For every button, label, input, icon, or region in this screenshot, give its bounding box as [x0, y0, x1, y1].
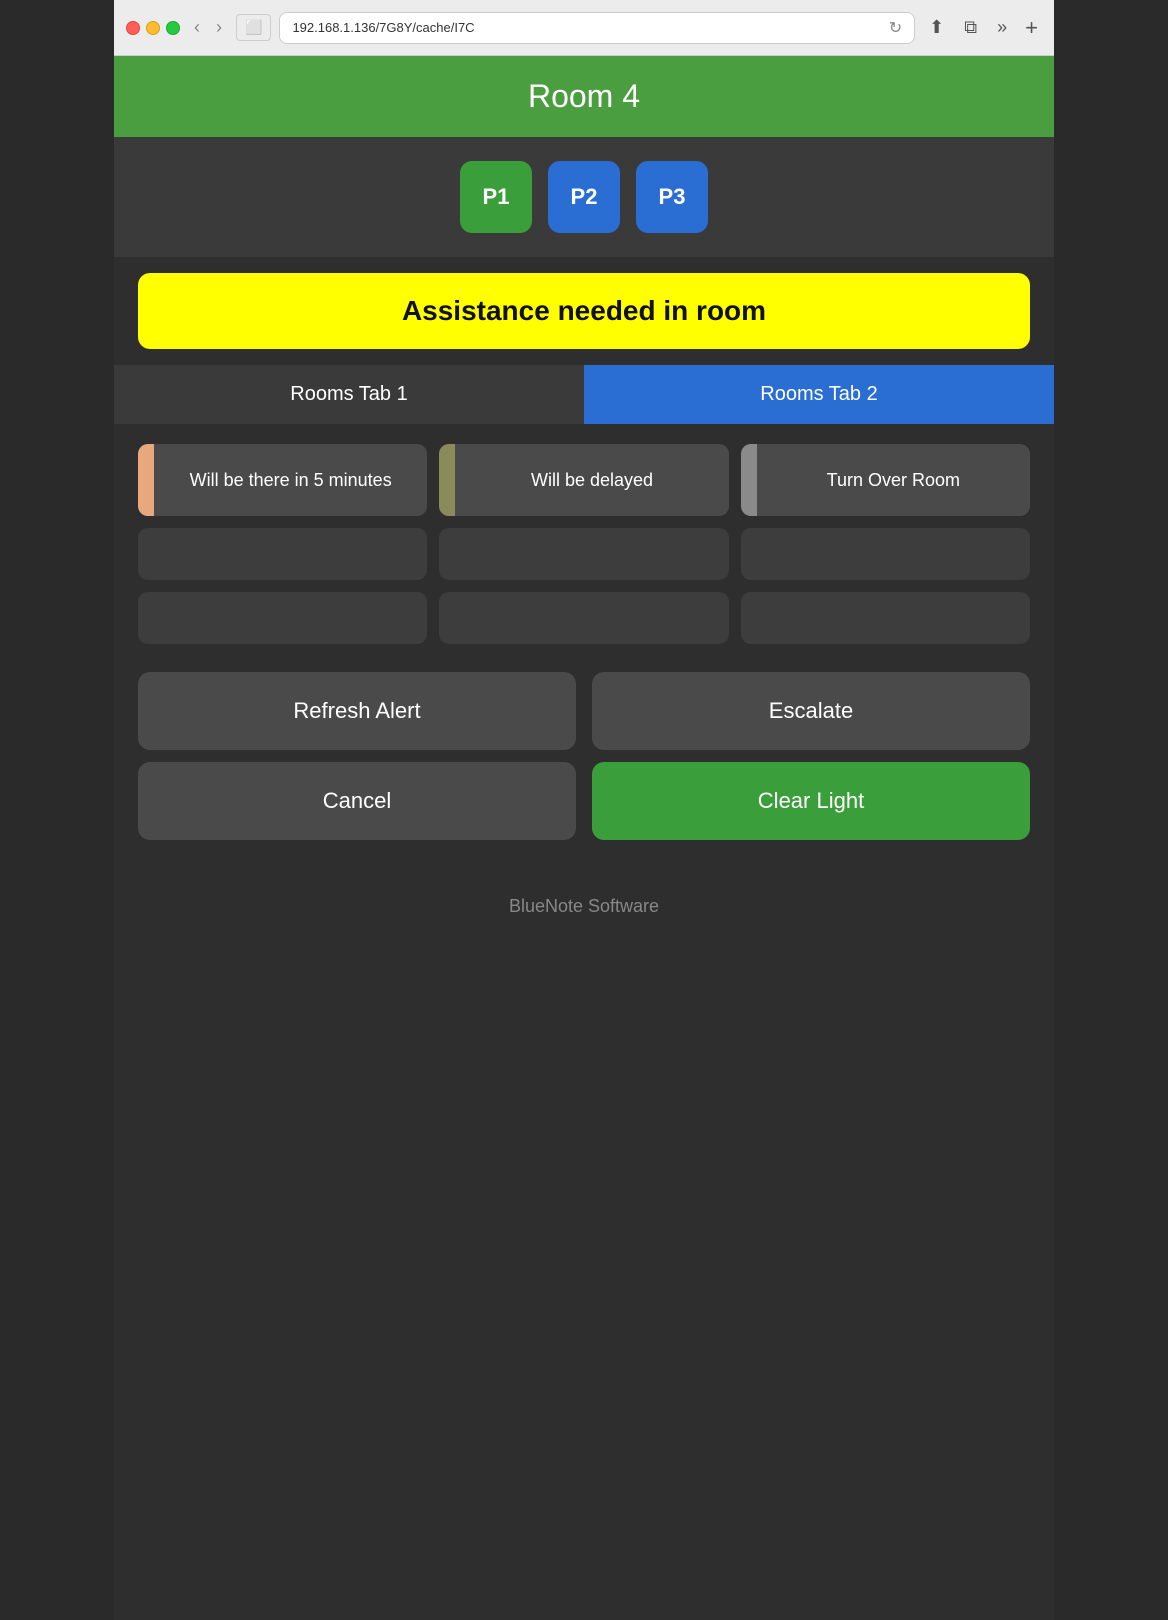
response-button-empty-4: [138, 528, 427, 580]
response-btn-label-1: Will be there in 5 minutes: [154, 444, 427, 516]
action-row-1: Refresh Alert Escalate: [138, 672, 1030, 750]
response-button-empty-8: [439, 592, 728, 644]
response-button-turn-over[interactable]: Turn Over Room: [741, 444, 1030, 516]
tab-rooms-2[interactable]: Rooms Tab 2: [584, 365, 1054, 424]
room-header: Room 4: [114, 56, 1054, 137]
response-button-will-be-delayed[interactable]: Will be delayed: [439, 444, 728, 516]
room-title: Room 4: [136, 78, 1032, 115]
nav-buttons: ‹ ›: [188, 15, 228, 40]
back-button[interactable]: ‹: [188, 15, 206, 40]
address-bar[interactable]: 192.168.1.136/7G8Y/cache/I7C ↻: [279, 12, 915, 44]
escalate-button[interactable]: Escalate: [592, 672, 1030, 750]
tab-rooms-1[interactable]: Rooms Tab 1: [114, 365, 584, 424]
response-button-empty-5: [439, 528, 728, 580]
accent-bar-gray: [741, 444, 757, 516]
response-button-will-be-there[interactable]: Will be there in 5 minutes: [138, 444, 427, 516]
more-button[interactable]: »: [991, 15, 1013, 40]
accent-bar-olive: [439, 444, 455, 516]
forward-button[interactable]: ›: [210, 15, 228, 40]
app-container: Room 4 P1 P2 P3 Assistance needed in roo…: [114, 56, 1054, 1620]
response-grid: Will be there in 5 minutes Will be delay…: [114, 424, 1054, 664]
alert-banner: Assistance needed in room: [138, 273, 1030, 349]
action-row-2: Cancel Clear Light: [138, 762, 1030, 840]
refresh-alert-button[interactable]: Refresh Alert: [138, 672, 576, 750]
footer: BlueNote Software: [114, 864, 1054, 949]
accent-bar-orange: [138, 444, 154, 516]
tabs-container: Rooms Tab 1 Rooms Tab 2: [114, 365, 1054, 424]
maximize-button[interactable]: [166, 21, 180, 35]
address-text: 192.168.1.136/7G8Y/cache/I7C: [292, 20, 474, 35]
clear-light-button[interactable]: Clear Light: [592, 762, 1030, 840]
tab-overview-button[interactable]: ⧉: [958, 15, 983, 40]
close-button[interactable]: [126, 21, 140, 35]
sidebar-toggle-button[interactable]: ⬜: [236, 14, 271, 41]
minimize-button[interactable]: [146, 21, 160, 35]
patient-button-p2[interactable]: P2: [548, 161, 620, 233]
patient-button-p3[interactable]: P3: [636, 161, 708, 233]
patient-section: P1 P2 P3: [114, 137, 1054, 257]
patient-button-p1[interactable]: P1: [460, 161, 532, 233]
browser-chrome: ‹ › ⬜ 192.168.1.136/7G8Y/cache/I7C ↻ ⬆ ⧉…: [114, 0, 1054, 56]
new-tab-button[interactable]: +: [1021, 13, 1042, 43]
footer-text: BlueNote Software: [509, 896, 659, 916]
cancel-button[interactable]: Cancel: [138, 762, 576, 840]
reload-button[interactable]: ↻: [889, 18, 902, 38]
alert-text: Assistance needed in room: [402, 295, 766, 326]
response-btn-label-3: Turn Over Room: [757, 444, 1030, 516]
response-button-empty-9: [741, 592, 1030, 644]
action-section: Refresh Alert Escalate Cancel Clear Ligh…: [114, 664, 1054, 848]
share-button[interactable]: ⬆: [923, 15, 950, 40]
traffic-lights: [126, 21, 180, 35]
response-button-empty-7: [138, 592, 427, 644]
response-button-empty-6: [741, 528, 1030, 580]
response-btn-label-2: Will be delayed: [455, 444, 728, 516]
browser-actions: ⬆ ⧉ »: [923, 15, 1013, 40]
